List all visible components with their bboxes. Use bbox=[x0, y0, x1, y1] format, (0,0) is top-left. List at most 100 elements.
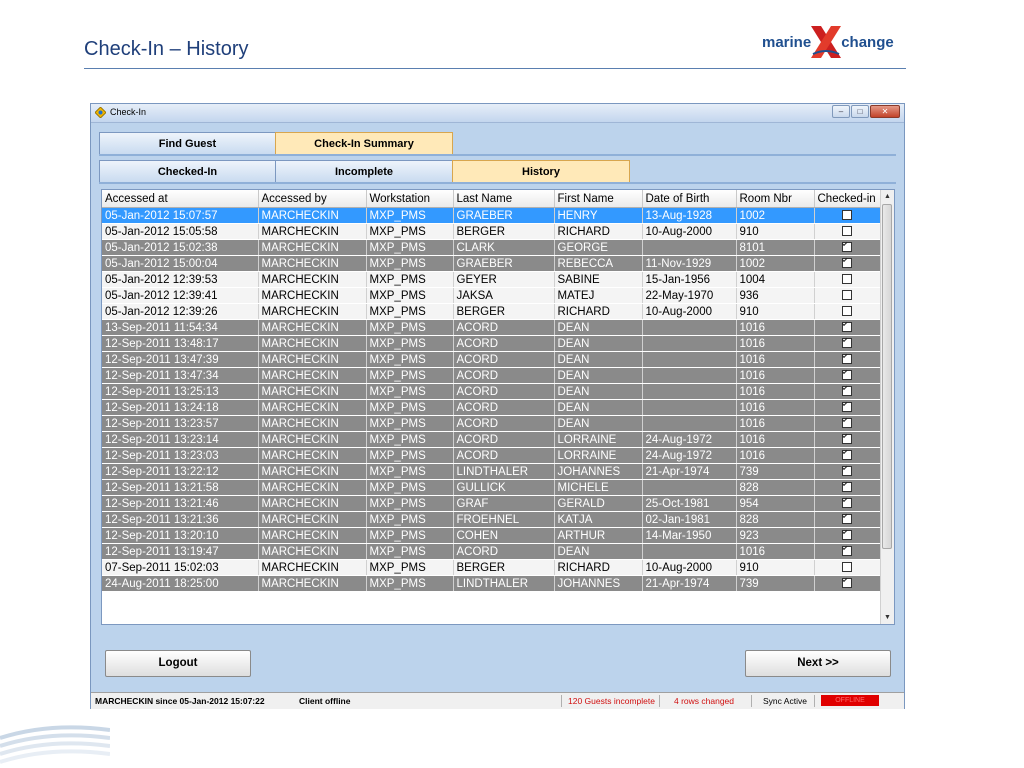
checked-checkbox-icon[interactable] bbox=[842, 242, 852, 253]
cell-first-name: SABINE bbox=[554, 271, 643, 288]
checked-checkbox-icon[interactable] bbox=[842, 578, 852, 589]
checked-checkbox-icon[interactable] bbox=[842, 530, 852, 541]
checked-checkbox-icon[interactable] bbox=[842, 418, 852, 429]
cell-accessed-by: MARCHECKIN bbox=[258, 319, 367, 336]
cell-date-of-birth bbox=[642, 399, 737, 416]
checked-checkbox-icon[interactable] bbox=[842, 338, 852, 349]
checked-checkbox-icon[interactable] bbox=[842, 434, 852, 445]
maximize-icon[interactable]: □ bbox=[851, 105, 869, 118]
unchecked-checkbox-icon[interactable] bbox=[842, 290, 852, 301]
cell-date-of-birth: 11-Nov-1929 bbox=[642, 255, 737, 272]
cell-checked-in bbox=[814, 335, 881, 352]
scroll-down-icon[interactable]: ▼ bbox=[881, 611, 894, 624]
cell-first-name: DEAN bbox=[554, 351, 643, 368]
table-row[interactable]: 12-Sep-2011 13:21:46 MARCHECKIN MXP_PMS GRA… bbox=[102, 495, 881, 512]
table-row[interactable]: 05-Jan-2012 12:39:53 MARCHECKIN MXP_PMS GEY… bbox=[102, 271, 881, 288]
checked-checkbox-icon[interactable] bbox=[842, 450, 852, 461]
table-row[interactable]: 12-Sep-2011 13:24:18 MARCHECKIN MXP_PMS ACO… bbox=[102, 399, 881, 416]
tab-history[interactable]: History bbox=[452, 160, 630, 182]
table-row[interactable]: 12-Sep-2011 13:20:10 MARCHECKIN MXP_PMS COH… bbox=[102, 527, 881, 544]
table-row[interactable]: 07-Sep-2011 15:02:03 MARCHECKIN MXP_PMS BER… bbox=[102, 559, 881, 576]
checked-checkbox-icon[interactable] bbox=[842, 466, 852, 477]
close-icon[interactable]: ✕ bbox=[870, 105, 900, 118]
table-row[interactable]: 05-Jan-2012 15:05:58 MARCHECKIN MXP_PMS BER… bbox=[102, 223, 881, 240]
unchecked-checkbox-icon[interactable] bbox=[842, 562, 852, 573]
table-row[interactable]: 05-Jan-2012 15:07:57 MARCHECKIN MXP_PMS GRA… bbox=[102, 207, 881, 224]
unchecked-checkbox-icon[interactable] bbox=[842, 306, 852, 317]
checked-checkbox-icon[interactable] bbox=[842, 258, 852, 269]
table-row[interactable]: 12-Sep-2011 13:23:14 MARCHECKIN MXP_PMS ACO… bbox=[102, 431, 881, 448]
unchecked-checkbox-icon[interactable] bbox=[842, 226, 852, 237]
col-header-first-name[interactable]: First Name bbox=[554, 190, 643, 208]
cell-date-of-birth: 10-Aug-2000 bbox=[642, 303, 737, 320]
cell-workstation: MXP_PMS bbox=[366, 255, 454, 272]
table-row[interactable]: 12-Sep-2011 13:47:39 MARCHECKIN MXP_PMS ACO… bbox=[102, 351, 881, 368]
table-row[interactable]: 05-Jan-2012 15:00:04 MARCHECKIN MXP_PMS GRA… bbox=[102, 255, 881, 272]
cell-accessed-by: MARCHECKIN bbox=[258, 559, 367, 576]
checked-checkbox-icon[interactable] bbox=[842, 354, 852, 365]
table-row[interactable]: 13-Sep-2011 11:54:34 MARCHECKIN MXP_PMS ACO… bbox=[102, 319, 881, 336]
table-row[interactable]: 12-Sep-2011 13:23:03 MARCHECKIN MXP_PMS ACO… bbox=[102, 447, 881, 464]
unchecked-checkbox-icon[interactable] bbox=[842, 210, 852, 221]
table-row[interactable]: 05-Jan-2012 12:39:41 MARCHECKIN MXP_PMS JAK… bbox=[102, 287, 881, 304]
cell-accessed-at: 05-Jan-2012 12:39:41 bbox=[102, 287, 259, 304]
checked-checkbox-icon[interactable] bbox=[842, 402, 852, 413]
table-row[interactable]: 12-Sep-2011 13:19:47 MARCHECKIN MXP_PMS ACO… bbox=[102, 543, 881, 560]
table-row[interactable]: 12-Sep-2011 13:21:36 MARCHECKIN MXP_PMS FRO… bbox=[102, 511, 881, 528]
tab-checked-in[interactable]: Checked-In bbox=[99, 160, 276, 182]
table-row[interactable]: 12-Sep-2011 13:21:58 MARCHECKIN MXP_PMS GUL… bbox=[102, 479, 881, 496]
checked-checkbox-icon[interactable] bbox=[842, 386, 852, 397]
tab-find-guest[interactable]: Find Guest bbox=[99, 132, 276, 154]
tab-incomplete[interactable]: Incomplete bbox=[275, 160, 453, 182]
scroll-up-icon[interactable]: ▲ bbox=[881, 190, 894, 203]
unchecked-checkbox-icon[interactable] bbox=[842, 274, 852, 285]
scrollbar-thumb[interactable] bbox=[882, 204, 892, 549]
cell-workstation: MXP_PMS bbox=[366, 351, 454, 368]
cell-date-of-birth bbox=[642, 415, 737, 432]
table-row[interactable]: 12-Sep-2011 13:47:34 MARCHECKIN MXP_PMS ACO… bbox=[102, 367, 881, 384]
col-header-room-nbr[interactable]: Room Nbr bbox=[736, 190, 815, 208]
main-tabs-rule bbox=[99, 154, 896, 156]
checked-checkbox-icon[interactable] bbox=[842, 514, 852, 525]
table-row[interactable]: 12-Sep-2011 13:23:57 MARCHECKIN MXP_PMS ACO… bbox=[102, 415, 881, 432]
checked-checkbox-icon[interactable] bbox=[842, 498, 852, 509]
table-row[interactable]: 12-Sep-2011 13:25:13 MARCHECKIN MXP_PMS ACO… bbox=[102, 383, 881, 400]
tab-check-in-summary[interactable]: Check-In Summary bbox=[275, 132, 453, 154]
cell-room-nbr: 8101 bbox=[736, 239, 815, 256]
cell-room-nbr: 1004 bbox=[736, 271, 815, 288]
table-row[interactable]: 12-Sep-2011 13:22:12 MARCHECKIN MXP_PMS LIN… bbox=[102, 463, 881, 480]
col-header-checked-in[interactable]: Checked-in bbox=[814, 190, 881, 208]
col-header-accessed-by[interactable]: Accessed by bbox=[258, 190, 367, 208]
cell-checked-in bbox=[814, 511, 881, 528]
window-titlebar[interactable]: Check-In – □ ✕ bbox=[91, 104, 904, 123]
cell-date-of-birth: 10-Aug-2000 bbox=[642, 223, 737, 240]
checked-checkbox-icon[interactable] bbox=[842, 546, 852, 557]
table-row[interactable]: 05-Jan-2012 15:02:38 MARCHECKIN MXP_PMS CLA… bbox=[102, 239, 881, 256]
cell-last-name: ACORD bbox=[453, 543, 555, 560]
cell-last-name: GRAEBER bbox=[453, 255, 555, 272]
cell-checked-in bbox=[814, 415, 881, 432]
checked-checkbox-icon[interactable] bbox=[842, 482, 852, 493]
cell-last-name: GEYER bbox=[453, 271, 555, 288]
logout-button[interactable]: Logout bbox=[105, 650, 251, 677]
checked-checkbox-icon[interactable] bbox=[842, 370, 852, 381]
col-header-accessed-at[interactable]: Accessed at bbox=[102, 190, 259, 208]
table-row[interactable]: 24-Aug-2011 18:25:00 MARCHECKIN MXP_PMS LIN… bbox=[102, 575, 881, 592]
table-row[interactable]: 12-Sep-2011 13:48:17 MARCHECKIN MXP_PMS ACO… bbox=[102, 335, 881, 352]
col-header-last-name[interactable]: Last Name bbox=[453, 190, 555, 208]
cell-room-nbr: 1016 bbox=[736, 399, 815, 416]
cell-room-nbr: 739 bbox=[736, 575, 815, 592]
cell-accessed-by: MARCHECKIN bbox=[258, 367, 367, 384]
cell-room-nbr: 910 bbox=[736, 303, 815, 320]
checked-checkbox-icon[interactable] bbox=[842, 322, 852, 333]
cell-workstation: MXP_PMS bbox=[366, 383, 454, 400]
cell-room-nbr: 1016 bbox=[736, 335, 815, 352]
cell-accessed-by: MARCHECKIN bbox=[258, 415, 367, 432]
minimize-icon[interactable]: – bbox=[832, 105, 850, 118]
next-button[interactable]: Next >> bbox=[745, 650, 891, 677]
table-row[interactable]: 05-Jan-2012 12:39:26 MARCHECKIN MXP_PMS BER… bbox=[102, 303, 881, 320]
col-header-date-of-birth[interactable]: Date of Birth bbox=[642, 190, 737, 208]
col-header-workstation[interactable]: Workstation bbox=[366, 190, 454, 208]
cell-accessed-at: 13-Sep-2011 11:54:34 bbox=[102, 319, 259, 336]
grid-scrollbar[interactable]: ▲ ▼ bbox=[880, 190, 894, 624]
